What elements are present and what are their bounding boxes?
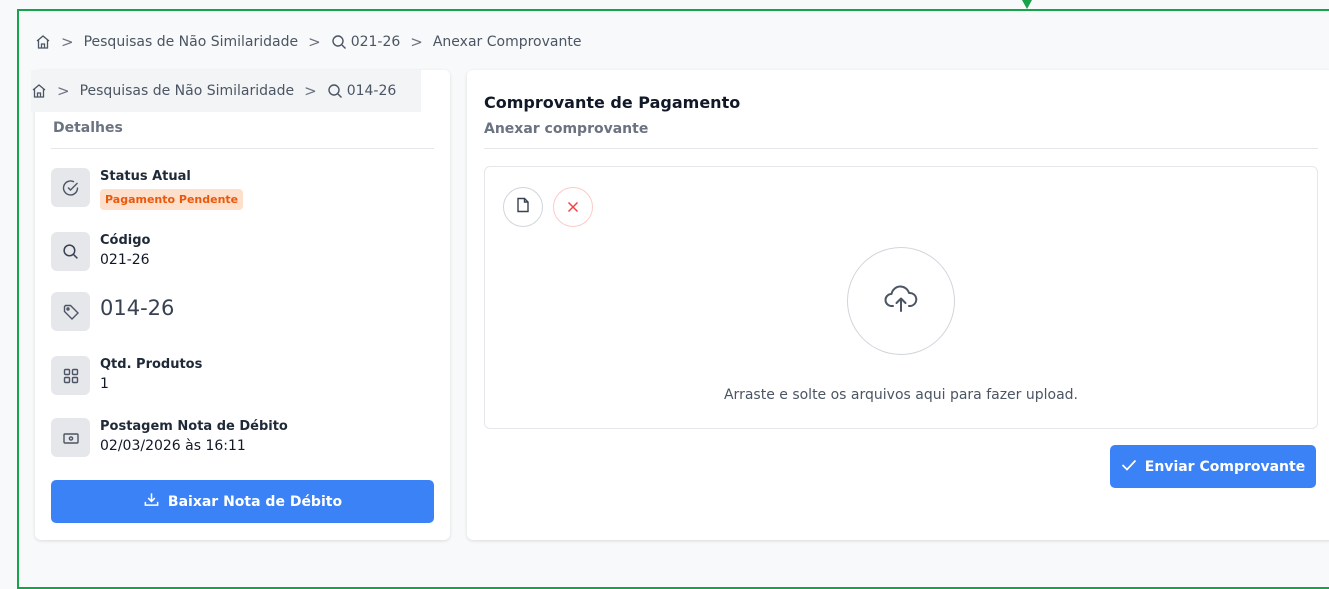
posting-label: Postagem Nota de Débito xyxy=(100,419,288,434)
send-button-label: Enviar Comprovante xyxy=(1144,458,1306,475)
code-value: 021-26 xyxy=(100,252,150,268)
divider xyxy=(51,148,434,149)
send-receipt-button[interactable]: Enviar Comprovante xyxy=(1110,445,1316,488)
breadcrumb-item-code[interactable]: 021-26 xyxy=(351,34,401,50)
qty-item: Qtd. Produtos 1 xyxy=(51,356,202,395)
download-button-label: Baixar Nota de Débito xyxy=(167,493,343,510)
qty-label: Qtd. Produtos xyxy=(100,357,203,372)
breadcrumb-separator: > xyxy=(57,82,70,100)
posting-item: Postagem Nota de Débito 02/03/2026 às 16… xyxy=(51,418,288,457)
qty-value: 1 xyxy=(100,376,109,392)
breadcrumb-separator: > xyxy=(304,82,317,100)
tag-value: 014-26 xyxy=(100,296,175,320)
choose-file-button[interactable] xyxy=(503,187,543,227)
download-icon xyxy=(143,491,160,512)
download-debit-note-button[interactable]: Baixar Nota de Débito xyxy=(51,480,434,523)
tag-icon xyxy=(51,292,90,331)
frame-marker xyxy=(1022,0,1032,9)
cloud-upload-icon xyxy=(884,284,918,318)
upload-area[interactable] xyxy=(847,247,955,355)
search-icon xyxy=(331,34,347,50)
breadcrumb-separator: > xyxy=(61,33,74,51)
tag-item: 014-26 xyxy=(51,292,174,331)
breadcrumb-item-current: Anexar Comprovante xyxy=(432,34,582,50)
code-label: Código xyxy=(100,233,151,248)
home-icon[interactable] xyxy=(31,83,47,99)
payment-card: Comprovante de Pagamento Anexar comprova… xyxy=(467,70,1329,540)
upload-dropzone[interactable]: Arraste e solte os arquivos aqui para fa… xyxy=(484,166,1318,429)
status-item: Status Atual Pagamento Pendente xyxy=(51,168,244,210)
payment-title: Comprovante de Pagamento xyxy=(484,93,741,112)
money-icon xyxy=(51,418,90,457)
clear-files-button[interactable] xyxy=(553,187,593,227)
check-circle-icon xyxy=(51,168,90,207)
status-label: Status Atual xyxy=(100,169,191,184)
status-badge: Pagamento Pendente xyxy=(100,189,244,210)
breadcrumb-separator: > xyxy=(308,33,321,51)
upload-hint: Arraste e solte os arquivos aqui para fa… xyxy=(723,387,1078,403)
details-card: Detalhes Status Atual Pagamento Pendente… xyxy=(35,70,450,540)
breadcrumb-item-code[interactable]: 014-26 xyxy=(347,83,397,99)
search-icon xyxy=(327,83,343,99)
close-icon xyxy=(567,198,579,217)
details-title: Detalhes xyxy=(53,120,123,136)
file-icon xyxy=(516,197,530,217)
home-icon[interactable] xyxy=(35,34,51,50)
search-icon xyxy=(51,232,90,271)
payment-subtitle: Anexar comprovante xyxy=(484,121,649,137)
grid-icon xyxy=(51,356,90,395)
breadcrumb-item-pesquisas[interactable]: Pesquisas de Não Similaridade xyxy=(84,34,299,50)
breadcrumb-item-pesquisas[interactable]: Pesquisas de Não Similaridade xyxy=(80,83,295,99)
inner-breadcrumb: > Pesquisas de Não Similaridade > 014-26 xyxy=(31,70,421,112)
posting-value: 02/03/2026 às 16:11 xyxy=(100,438,246,454)
code-item: Código 021-26 xyxy=(51,232,150,271)
divider xyxy=(484,148,1318,149)
breadcrumb-separator: > xyxy=(410,33,423,51)
check-icon xyxy=(1121,458,1137,476)
breadcrumb: > Pesquisas de Não Similaridade > 021-26… xyxy=(35,30,581,54)
